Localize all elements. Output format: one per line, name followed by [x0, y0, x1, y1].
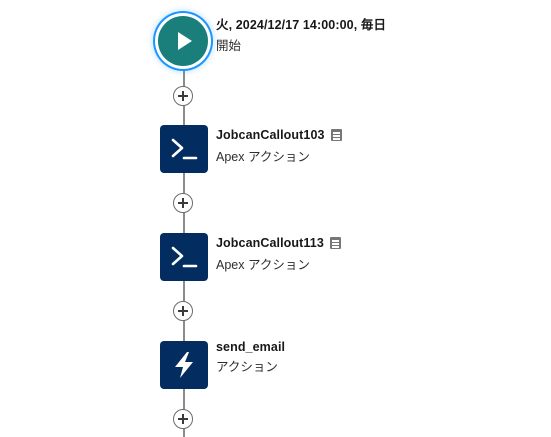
node-title: JobcanCallout113 — [216, 236, 324, 250]
node-label: JobcanCallout103 Apex アクション — [216, 128, 342, 165]
node-subtitle: Apex アクション — [216, 258, 310, 272]
add-element-button[interactable] — [173, 409, 193, 429]
start-schedule: 火, 2024/12/17 14:00:00, 毎日 — [216, 18, 387, 32]
apex-action-node[interactable] — [160, 233, 208, 281]
start-label: 火, 2024/12/17 14:00:00, 毎日 開始 — [216, 14, 386, 54]
node-label: JobcanCallout113 Apex アクション — [216, 236, 341, 273]
lightning-bolt-icon — [175, 352, 193, 378]
node-title: JobcanCallout103 — [216, 128, 325, 142]
apex-action-node[interactable] — [160, 125, 208, 173]
node-label: send_email アクション — [216, 340, 285, 375]
start-node[interactable] — [158, 16, 208, 66]
node-subtitle: アクション — [216, 360, 278, 374]
terminal-icon — [171, 246, 198, 268]
terminal-icon — [171, 138, 198, 160]
add-element-button[interactable] — [173, 301, 193, 321]
add-element-button[interactable] — [173, 86, 193, 106]
node-subtitle: Apex アクション — [216, 150, 310, 164]
play-icon — [178, 32, 192, 50]
node-title: send_email — [216, 340, 286, 354]
start-label-text: 開始 — [216, 39, 242, 53]
add-element-button[interactable] — [173, 193, 193, 213]
action-node[interactable] — [160, 341, 208, 389]
description-icon[interactable] — [330, 129, 342, 141]
description-icon[interactable] — [329, 237, 341, 249]
